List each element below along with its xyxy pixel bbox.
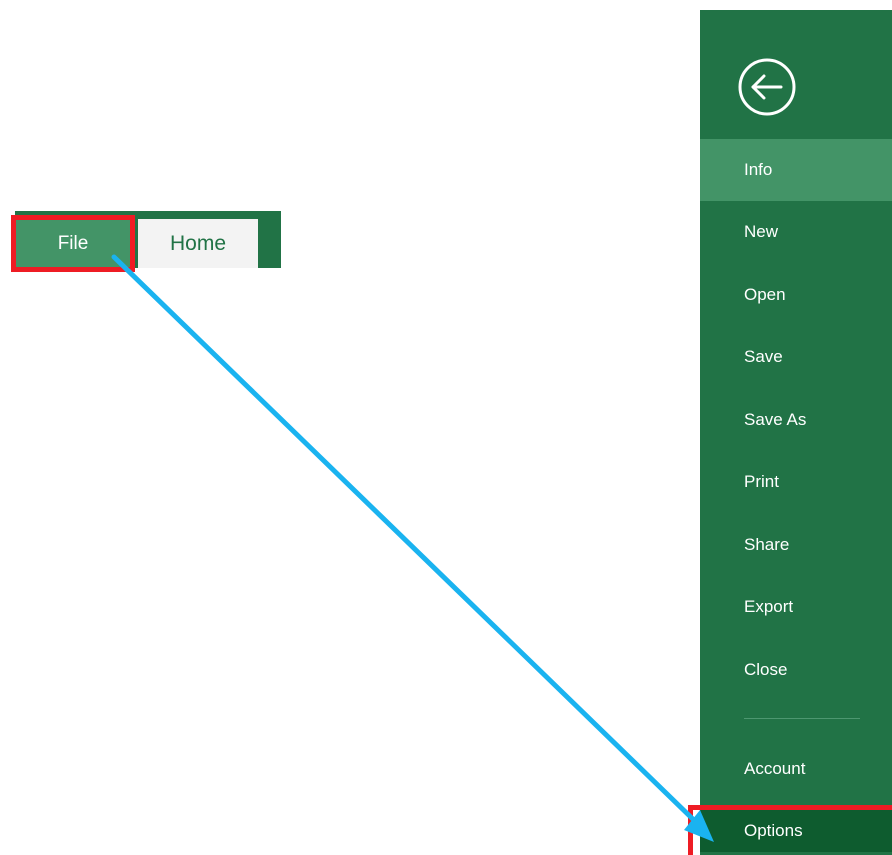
tab-home[interactable]: Home	[138, 219, 258, 268]
arrow-shaft	[111, 254, 703, 829]
tab-file[interactable]: File	[15, 219, 131, 268]
backstage-item-new[interactable]: New	[700, 201, 892, 263]
backstage-item-print[interactable]: Print	[700, 451, 892, 513]
backstage-item-share[interactable]: Share	[700, 514, 892, 576]
backstage-item-open[interactable]: Open	[700, 264, 892, 326]
backstage-item-close[interactable]: Close	[700, 639, 892, 701]
back-button[interactable]	[737, 57, 797, 117]
backstage-item-options[interactable]: Options	[700, 810, 892, 852]
backstage-item-save[interactable]: Save	[700, 326, 892, 388]
backstage-divider	[744, 718, 860, 719]
tutorial-canvas: File Home Info New Open Save Save As Pri…	[0, 0, 892, 855]
backstage-item-export[interactable]: Export	[700, 576, 892, 638]
backstage-item-account[interactable]: Account	[700, 738, 892, 800]
backstage-item-save-as[interactable]: Save As	[700, 389, 892, 451]
back-arrow-circle-icon	[738, 58, 796, 116]
backstage-item-info[interactable]: Info	[700, 139, 892, 201]
